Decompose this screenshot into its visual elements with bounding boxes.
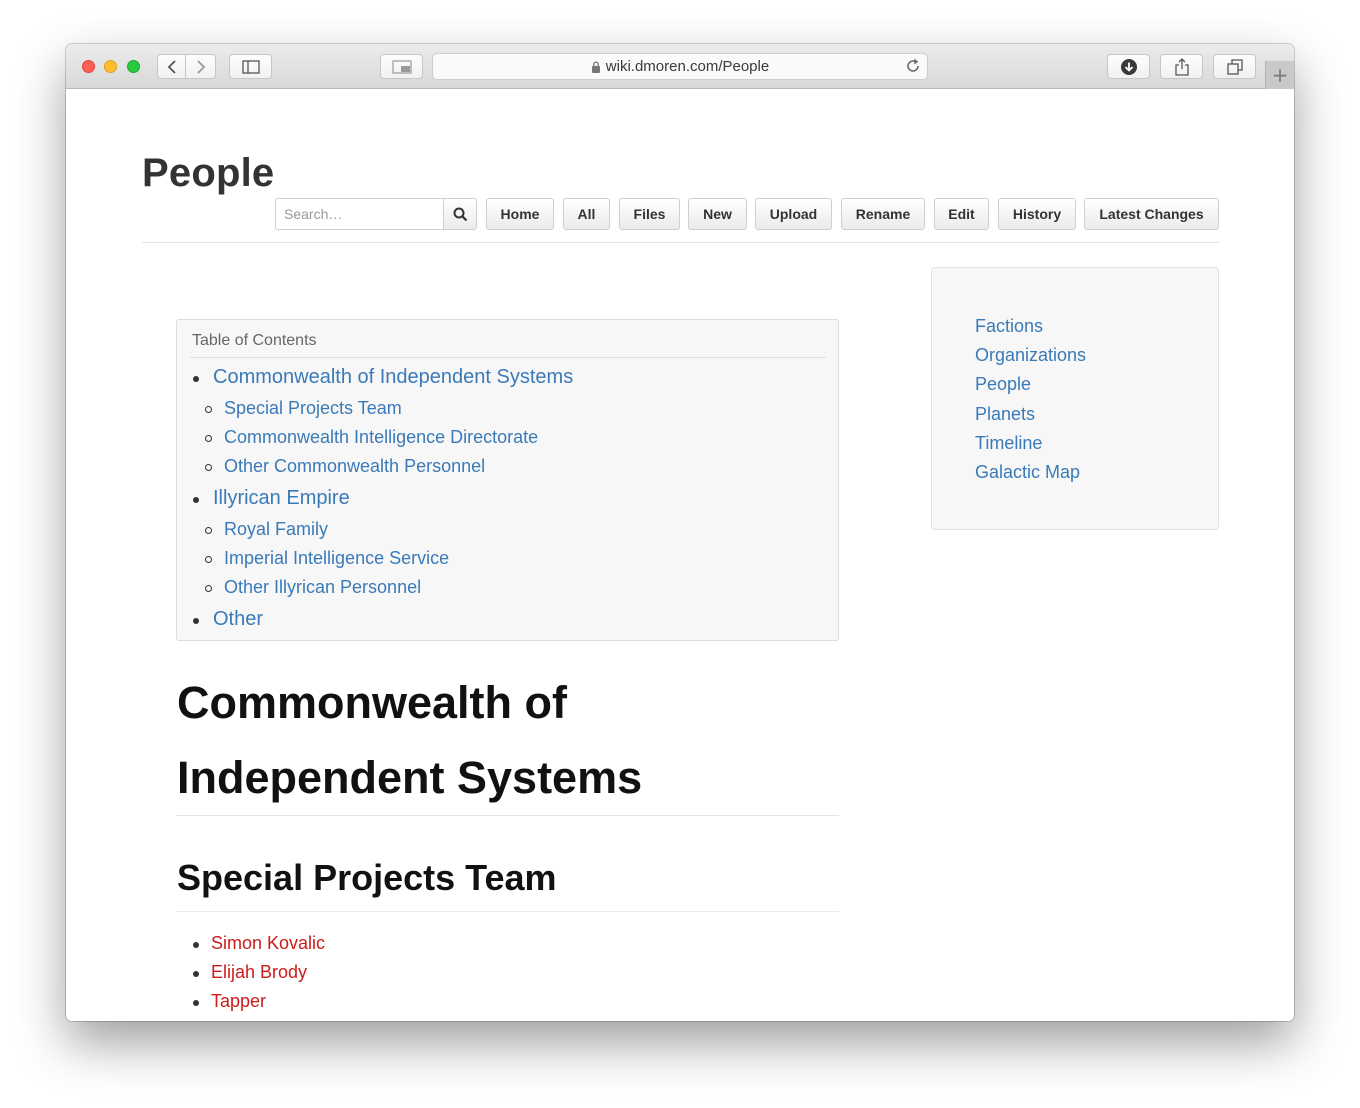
search-form	[275, 198, 477, 230]
zoom-window-button[interactable]	[127, 60, 140, 73]
bullet-disc	[193, 942, 199, 948]
back-button[interactable]	[157, 54, 186, 79]
page-title: People	[142, 151, 275, 195]
browser-toolbar: wiki.dmoren.com/People +	[66, 44, 1294, 89]
new-tab-button[interactable]: +	[1265, 61, 1294, 89]
sidebar-icon	[241, 59, 260, 74]
close-window-button[interactable]	[82, 60, 95, 73]
bullet-disc	[193, 376, 199, 382]
reader-mode-button[interactable]	[380, 54, 423, 79]
section-divider	[176, 815, 839, 816]
search-icon	[453, 207, 467, 221]
person-link[interactable]: Simon Kovalic	[211, 933, 325, 954]
history-button[interactable]: History	[998, 198, 1076, 230]
bullet-circle	[205, 435, 212, 442]
subsection-heading: Special Projects Team	[177, 857, 557, 898]
section-heading-line-1: Commonwealth of	[177, 677, 567, 728]
page-content: People Home All Files New Upload Rename …	[66, 90, 1294, 1021]
address-bar[interactable]: wiki.dmoren.com/People	[432, 53, 928, 80]
download-icon	[1120, 58, 1137, 75]
all-button[interactable]: All	[563, 198, 610, 230]
header-divider	[142, 242, 1219, 243]
bullet-circle	[205, 464, 212, 471]
toc-item[interactable]: Imperial Intelligence Service	[224, 548, 449, 569]
sidebar-item-galactic-map[interactable]: Galactic Map	[975, 458, 1086, 487]
bullet-disc	[193, 1000, 199, 1006]
forward-button[interactable]	[186, 54, 216, 79]
share-button[interactable]	[1160, 54, 1203, 79]
search-input[interactable]	[275, 198, 443, 230]
chevron-right-icon	[196, 59, 205, 74]
person-link[interactable]: Elijah Brody	[211, 962, 307, 983]
lock-icon	[591, 61, 601, 73]
new-button[interactable]: New	[688, 198, 747, 230]
search-button[interactable]	[443, 198, 477, 230]
browser-window: wiki.dmoren.com/People + People Home All…	[66, 44, 1294, 1021]
sidebar-item-organizations[interactable]: Organizations	[975, 341, 1086, 370]
sidebar-list: Factions Organizations People Planets Ti…	[975, 312, 1086, 487]
toc-title: Table of Contents	[192, 332, 317, 349]
minimize-window-button[interactable]	[104, 60, 117, 73]
section-heading-line-2: Independent Systems	[177, 752, 643, 803]
sidebar-item-factions[interactable]: Factions	[975, 312, 1086, 341]
share-icon	[1174, 57, 1189, 76]
toc-item[interactable]: Other Commonwealth Personnel	[224, 456, 485, 477]
home-button[interactable]: Home	[486, 198, 554, 230]
bullet-disc	[193, 497, 199, 503]
chevron-left-icon	[167, 59, 176, 74]
subsection-divider	[176, 911, 839, 912]
bullet-disc	[193, 618, 199, 624]
sidebar-toggle-button[interactable]	[229, 54, 272, 79]
latest-changes-button[interactable]: Latest Changes	[1084, 198, 1219, 230]
person-link[interactable]: Tapper	[211, 991, 266, 1012]
toc-divider	[190, 357, 826, 358]
toc-item[interactable]: Special Projects Team	[224, 398, 402, 419]
table-of-contents: Table of Contents Commonwealth of Indepe…	[176, 319, 839, 641]
reload-icon[interactable]	[905, 58, 921, 74]
toc-item[interactable]: Commonwealth of Independent Systems	[213, 366, 573, 389]
section-heading: Commonwealth of Independent Systems	[177, 665, 777, 815]
downloads-button[interactable]	[1107, 54, 1150, 79]
toc-item[interactable]: Commonwealth Intelligence Directorate	[224, 427, 538, 448]
toc-item[interactable]: Royal Family	[224, 519, 328, 540]
tabs-overview-icon	[1226, 58, 1243, 75]
picture-in-picture-icon	[391, 59, 412, 74]
toc-item[interactable]: Other Illyrican Personnel	[224, 577, 421, 598]
sidebar-panel: Factions Organizations People Planets Ti…	[931, 267, 1219, 530]
sidebar-item-planets[interactable]: Planets	[975, 400, 1086, 429]
show-tabs-button[interactable]	[1213, 54, 1256, 79]
bullet-disc	[193, 971, 199, 977]
sidebar-item-timeline[interactable]: Timeline	[975, 429, 1086, 458]
bullet-circle	[205, 406, 212, 413]
url-text: wiki.dmoren.com/People	[605, 58, 770, 75]
files-button[interactable]: Files	[619, 198, 680, 230]
bullet-circle	[205, 527, 212, 534]
toc-item[interactable]: Other	[213, 608, 263, 631]
toc-item[interactable]: Illyrican Empire	[213, 487, 350, 510]
edit-button[interactable]: Edit	[934, 198, 989, 230]
upload-button[interactable]: Upload	[755, 198, 832, 230]
bullet-circle	[205, 556, 212, 563]
plus-icon: +	[1271, 63, 1289, 87]
sidebar-item-people[interactable]: People	[975, 370, 1086, 399]
rename-button[interactable]: Rename	[841, 198, 925, 230]
bullet-circle	[205, 585, 212, 592]
